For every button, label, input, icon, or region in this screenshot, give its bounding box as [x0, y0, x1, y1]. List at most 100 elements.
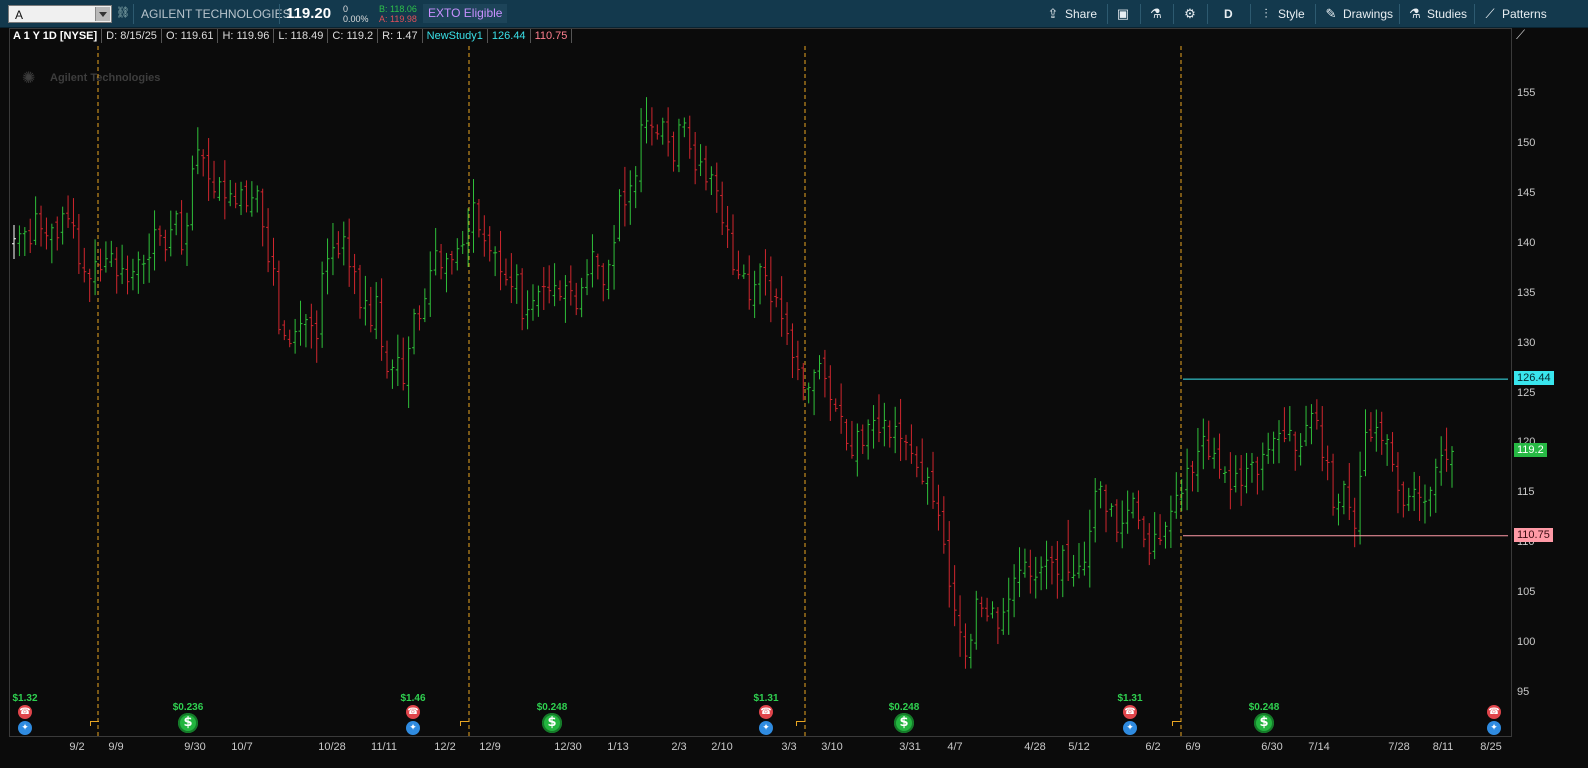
- ohlc-bar[interactable]: [60, 206, 65, 245]
- lightbulb-icon[interactable]: ✦: [1487, 721, 1501, 735]
- ohlc-bar[interactable]: [460, 230, 465, 255]
- ohlc-bar[interactable]: [1201, 418, 1206, 470]
- ohlc-bar[interactable]: [368, 286, 373, 333]
- ohlc-bar[interactable]: [693, 132, 698, 185]
- ohlc-bar[interactable]: [671, 131, 676, 172]
- ohlc-bar[interactable]: [217, 177, 222, 201]
- ohlc-bar[interactable]: [163, 229, 168, 262]
- ohlc-bar[interactable]: [1249, 452, 1254, 483]
- ohlc-bar[interactable]: [379, 278, 384, 361]
- ohlc-bar[interactable]: [622, 166, 627, 227]
- ohlc-bar[interactable]: [320, 261, 325, 348]
- ohlc-bar[interactable]: [1190, 460, 1195, 492]
- ohlc-bar[interactable]: [579, 277, 584, 318]
- ohlc-bar[interactable]: [731, 214, 735, 275]
- ohlc-bar[interactable]: [1374, 409, 1379, 452]
- ohlc-bar[interactable]: [687, 115, 692, 159]
- ohlc-bar[interactable]: [1450, 446, 1454, 488]
- ohlc-bar[interactable]: [822, 349, 827, 398]
- ohlc-bar[interactable]: [1336, 493, 1341, 526]
- ohlc-bar[interactable]: [893, 406, 898, 454]
- ohlc-bar[interactable]: [87, 268, 92, 303]
- ohlc-bar[interactable]: [1001, 597, 1006, 635]
- ohlc-bar[interactable]: [774, 288, 779, 308]
- ohlc-bar[interactable]: [1331, 453, 1336, 516]
- ohlc-bar[interactable]: [876, 394, 881, 443]
- ohlc-bar[interactable]: [1087, 509, 1092, 588]
- ohlc-bar[interactable]: [628, 170, 633, 225]
- ohlc-bar[interactable]: [1212, 437, 1217, 469]
- ohlc-bar[interactable]: [725, 205, 730, 248]
- ohlc-bar[interactable]: [520, 268, 525, 331]
- ohlc-bar[interactable]: [1044, 540, 1049, 590]
- ohlc-bar[interactable]: [1006, 577, 1011, 635]
- dividend-dollar-icon[interactable]: $: [894, 713, 914, 733]
- ohlc-bar[interactable]: [1174, 472, 1179, 519]
- ohlc-bar[interactable]: [914, 446, 919, 478]
- ohlc-bar[interactable]: [920, 438, 925, 485]
- ohlc-bar[interactable]: [341, 221, 346, 266]
- ohlc-bar[interactable]: [1347, 462, 1352, 521]
- ohlc-bar[interactable]: [1136, 490, 1141, 530]
- ohlc-bar[interactable]: [612, 225, 617, 290]
- ohlc-bar[interactable]: [487, 226, 492, 262]
- ohlc-bar[interactable]: [563, 275, 568, 323]
- ohlc-bar[interactable]: [855, 423, 860, 477]
- ohlc-bar[interactable]: [1076, 543, 1081, 579]
- ohlc-bar[interactable]: [206, 138, 211, 201]
- ohlc-bar[interactable]: [1222, 466, 1227, 484]
- ohlc-bar[interactable]: [228, 179, 233, 207]
- ohlc-bar[interactable]: [828, 365, 833, 421]
- ohlc-bar[interactable]: [12, 224, 16, 260]
- ohlc-bar[interactable]: [839, 383, 844, 434]
- ohlc-bar[interactable]: [125, 255, 130, 295]
- ohlc-bar[interactable]: [974, 590, 979, 650]
- ohlc-bar[interactable]: [1158, 514, 1163, 546]
- ohlc-bar[interactable]: [936, 484, 941, 531]
- ohlc-bar[interactable]: [1439, 436, 1444, 486]
- ohlc-bar[interactable]: [503, 258, 508, 286]
- ohlc-bar[interactable]: [676, 118, 681, 173]
- ohlc-bar[interactable]: [1017, 547, 1022, 598]
- ohlc-bar[interactable]: [49, 223, 54, 264]
- ohlc-bar[interactable]: [1260, 442, 1265, 491]
- ohlc-bar[interactable]: [1406, 487, 1411, 512]
- ohlc-bar[interactable]: [147, 233, 152, 283]
- lightbulb-icon[interactable]: ✦: [18, 721, 32, 735]
- ohlc-bar[interactable]: [817, 355, 822, 380]
- ohlc-bar[interactable]: [1244, 452, 1249, 494]
- ohlc-bar[interactable]: [763, 249, 768, 296]
- ohlc-bar[interactable]: [336, 231, 341, 259]
- ohlc-bar[interactable]: [1152, 512, 1157, 560]
- ohlc-bar[interactable]: [1098, 481, 1103, 509]
- ohlc-bar[interactable]: [747, 255, 752, 310]
- ohlc-bar[interactable]: [1179, 479, 1184, 512]
- ohlc-bar[interactable]: [303, 313, 308, 348]
- ohlc-bar[interactable]: [866, 419, 871, 460]
- ohlc-bar[interactable]: [1028, 549, 1033, 594]
- ohlc-bar[interactable]: [114, 247, 119, 294]
- ohlc-bar[interactable]: [1255, 456, 1260, 495]
- ohlc-bar[interactable]: [184, 212, 189, 267]
- ohlc-bar[interactable]: [741, 264, 746, 279]
- price-chart-svg[interactable]: [0, 0, 1588, 768]
- lightbulb-icon[interactable]: ✦: [406, 721, 420, 735]
- ohlc-bar[interactable]: [849, 420, 854, 459]
- ohlc-bar[interactable]: [547, 265, 552, 304]
- ohlc-bar[interactable]: [412, 308, 417, 355]
- ohlc-bar[interactable]: [157, 225, 162, 246]
- ohlc-bar[interactable]: [22, 227, 27, 256]
- ohlc-bar[interactable]: [287, 329, 292, 348]
- ohlc-bar[interactable]: [466, 208, 471, 268]
- earnings-phone-icon[interactable]: ☎: [18, 705, 32, 719]
- ohlc-bar[interactable]: [195, 127, 200, 175]
- ohlc-bar[interactable]: [947, 521, 952, 608]
- ohlc-bar[interactable]: [698, 144, 703, 177]
- ohlc-bar[interactable]: [1066, 519, 1071, 582]
- ohlc-bar[interactable]: [1412, 471, 1417, 511]
- ohlc-bar[interactable]: [714, 162, 719, 213]
- ohlc-bar[interactable]: [168, 210, 173, 257]
- ohlc-bar[interactable]: [990, 601, 995, 619]
- ohlc-bar[interactable]: [1293, 431, 1298, 471]
- ohlc-bar[interactable]: [314, 310, 319, 363]
